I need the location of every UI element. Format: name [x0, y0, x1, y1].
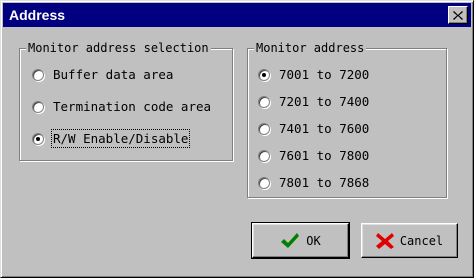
- option-label: Buffer data area: [53, 67, 174, 82]
- group-legend-address: Monitor address: [254, 41, 367, 55]
- radio-circle[interactable]: [32, 68, 44, 81]
- radio-7201-7400[interactable]: 7201 to 7400: [258, 94, 369, 109]
- radio-rw-enable-disable[interactable]: R/W Enable/Disable: [32, 129, 191, 148]
- address-dialog: Address Monitor address selection Buffer…: [0, 0, 474, 278]
- radio-circle[interactable]: [32, 100, 44, 113]
- radio-circle[interactable]: [258, 95, 270, 108]
- radio-buffer-data-area[interactable]: Buffer data area: [32, 67, 173, 82]
- checkmark-icon: [281, 232, 300, 248]
- cancel-button[interactable]: Cancel: [361, 223, 458, 258]
- radio-circle[interactable]: [258, 176, 270, 189]
- monitor-address-selection-group: Monitor address selection Buffer data ar…: [19, 41, 233, 161]
- close-icon: [453, 10, 463, 20]
- radio-circle[interactable]: [258, 122, 270, 135]
- title-bar: Address: [3, 3, 471, 27]
- radio-circle-selected[interactable]: [258, 68, 270, 81]
- radio-circle[interactable]: [258, 149, 270, 162]
- radio-7601-7800[interactable]: 7601 to 7800: [258, 148, 369, 163]
- option-label: 7601 to 7800: [279, 148, 370, 163]
- option-label: Termination code area: [53, 99, 212, 114]
- radio-7401-7600[interactable]: 7401 to 7600: [258, 121, 369, 136]
- option-label: R/W Enable/Disable: [50, 129, 191, 148]
- monitor-address-group: Monitor address 7001 to 7200 7201 to 740…: [247, 41, 447, 198]
- radio-termination-code-area[interactable]: Termination code area: [32, 99, 211, 114]
- option-label: 7401 to 7600: [279, 121, 370, 136]
- cancel-label: Cancel: [399, 233, 444, 248]
- close-button[interactable]: [448, 6, 468, 24]
- x-icon: [375, 232, 394, 249]
- option-label: 7001 to 7200: [279, 67, 370, 82]
- group-legend-selection: Monitor address selection: [26, 41, 211, 55]
- radio-circle-selected[interactable]: [32, 132, 44, 145]
- ok-button[interactable]: OK: [251, 222, 350, 259]
- option-label: 7201 to 7400: [279, 94, 370, 109]
- ok-label: OK: [306, 233, 321, 248]
- window-title: Address: [9, 7, 66, 23]
- radio-7801-7868[interactable]: 7801 to 7868: [258, 175, 369, 190]
- option-label: 7801 to 7868: [279, 175, 370, 190]
- radio-7001-7200[interactable]: 7001 to 7200: [258, 67, 369, 82]
